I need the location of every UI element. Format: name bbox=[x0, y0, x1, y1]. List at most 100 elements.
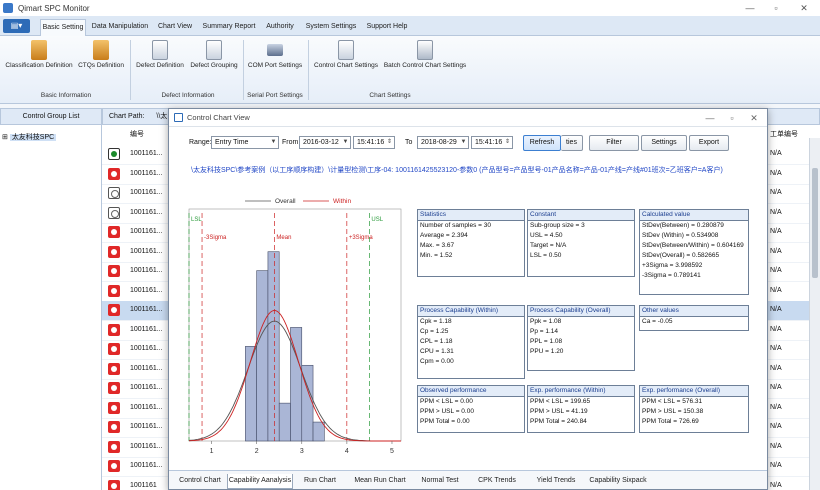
to-time-field[interactable]: 15:41:16 ⇕ bbox=[471, 136, 513, 149]
group-label-basic-information: Basic Information bbox=[40, 92, 92, 99]
menu-tab-authority[interactable]: Authority bbox=[262, 19, 298, 36]
reference-line-label: -3Sigma bbox=[204, 235, 227, 241]
tab-normal-test[interactable]: Normal Test bbox=[415, 474, 465, 489]
dialog-toolbar: Range: Entry Time ▼ From 2016-03-12 ▼ 15:4… bbox=[169, 131, 767, 153]
status-icon bbox=[108, 148, 120, 160]
app-title: Qimart SPC Monitor bbox=[18, 3, 90, 13]
group-label-chart-settings: Chart Settings bbox=[369, 92, 411, 99]
com-port-settings-button[interactable]: COM Port Settings bbox=[246, 40, 304, 84]
control-group-tree: ⊞ 太友科技SPC bbox=[0, 125, 102, 490]
x-tick-label: 5 bbox=[390, 448, 394, 455]
batch-control-chart-settings-button[interactable]: Batch Control Chart Settings bbox=[382, 40, 468, 84]
refresh-button[interactable]: Refresh bbox=[523, 135, 561, 151]
row-id: 1001161... bbox=[130, 364, 163, 372]
histogram-bar bbox=[256, 270, 269, 442]
to-date-field[interactable]: 2018-08-29 ▼ bbox=[417, 136, 469, 149]
minimize-icon[interactable]: — bbox=[738, 1, 762, 15]
menu-tab-system-settings[interactable]: System Settings bbox=[302, 19, 360, 36]
stats-line: PPM > USL = 41.19 bbox=[530, 408, 588, 415]
tab-mean-run-chart[interactable]: Mean Run Chart bbox=[349, 474, 411, 489]
x-tick-label: 3 bbox=[300, 448, 304, 455]
range-select[interactable]: Entry Time ▼ bbox=[211, 136, 279, 149]
tab-control-chart[interactable]: Control Chart bbox=[173, 474, 227, 489]
dialog-minimize-icon[interactable]: — bbox=[701, 111, 719, 125]
column-header-id: 编号 bbox=[130, 131, 144, 138]
range-value: Entry Time bbox=[215, 139, 249, 146]
maximize-icon[interactable]: ▫ bbox=[764, 1, 788, 15]
stats-line: CPL = 1.18 bbox=[420, 338, 453, 345]
defect-definition-button[interactable]: Defect Definition bbox=[134, 40, 186, 84]
row-id: 1001161... bbox=[130, 150, 163, 157]
stats-line: Cp = 1.25 bbox=[420, 328, 449, 335]
classification-definition-button[interactable]: Classification Definition bbox=[4, 40, 74, 84]
x-tick-label: 4 bbox=[345, 448, 349, 455]
menu-tab-support-help[interactable]: Support Help bbox=[364, 19, 410, 36]
row-work-order: N/A bbox=[770, 423, 782, 430]
status-icon bbox=[108, 226, 120, 238]
stats-line: CPU = 1.31 bbox=[420, 348, 454, 355]
stats-line: Ca = -0.05 bbox=[642, 318, 673, 325]
menu-tab-data-manipulation[interactable]: Data Manipulation bbox=[90, 19, 150, 36]
filter-button[interactable]: Filter bbox=[589, 135, 639, 151]
stats-line: +3Sigma = 3.998592 bbox=[642, 262, 703, 269]
stats-line: PPM < LSL = 199.65 bbox=[530, 398, 591, 405]
status-icon bbox=[108, 479, 120, 490]
status-icon bbox=[108, 440, 120, 453]
row-work-order: N/A bbox=[770, 345, 782, 352]
row-work-order: N/A bbox=[770, 442, 782, 450]
chart-path-value: \\太 bbox=[156, 113, 168, 120]
tab-capability-analysis[interactable]: Capability Aanalysis bbox=[227, 474, 293, 489]
export-button[interactable]: Export bbox=[689, 135, 729, 151]
tab-cpk-trends[interactable]: CPK Trends bbox=[473, 474, 521, 489]
from-time-field[interactable]: 15:41:16 ⇕ bbox=[353, 136, 395, 149]
menu-tab-chart-view[interactable]: Chart View bbox=[154, 19, 196, 36]
stats-box: Observed performance PPM < LSL = 0.00 PPM … bbox=[417, 385, 525, 433]
ctqs-icon bbox=[93, 40, 109, 60]
row-work-order: N/A bbox=[770, 481, 782, 489]
row-id: 1001161... bbox=[130, 325, 163, 333]
vertical-scrollbar[interactable] bbox=[809, 138, 820, 490]
control-chart-icon bbox=[338, 40, 354, 60]
stats-line: PPM Total = 240.84 bbox=[530, 418, 587, 425]
row-work-order: N/A bbox=[770, 364, 782, 372]
menu-tab-summary-report[interactable]: Summary Report bbox=[200, 19, 258, 36]
dialog-maximize-icon[interactable]: ▫ bbox=[723, 111, 741, 125]
app-logo-icon bbox=[3, 3, 13, 13]
chevron-down-icon: ▼ bbox=[460, 139, 467, 145]
stats-line: StDev(Between) = 0.280879 bbox=[642, 222, 724, 229]
status-icon bbox=[108, 284, 120, 297]
spinner-icon: ⇕ bbox=[386, 139, 393, 145]
stats-line: StDev(Between/Within) = 0.604169 bbox=[642, 242, 744, 249]
row-id: 1001161... bbox=[130, 228, 163, 235]
status-icon bbox=[108, 304, 120, 316]
settings-button[interactable]: Settings bbox=[641, 135, 687, 151]
stats-box: Calculated value StDev(Between) = 0.28087… bbox=[639, 209, 749, 295]
column-header-work-order: 工单编号 bbox=[770, 131, 798, 138]
tab-run-chart[interactable]: Run Chart bbox=[297, 474, 343, 489]
app-menu-button[interactable]: ▤▾ bbox=[3, 19, 30, 33]
stats-box: Exp. performance (Within) PPM < LSL = 199… bbox=[527, 385, 635, 433]
row-work-order: N/A bbox=[770, 267, 782, 274]
tab-capability-sixpack[interactable]: Capability Sixpack bbox=[587, 474, 649, 489]
expand-icon[interactable]: ⊞ bbox=[2, 134, 10, 141]
ctqs-definition-button[interactable]: CTQs Definition bbox=[76, 40, 126, 84]
close-icon[interactable]: ✕ bbox=[792, 1, 816, 15]
stats-line: PPL = 1.08 bbox=[530, 338, 563, 345]
menu-tab-basic-setting[interactable]: Basic Setting bbox=[40, 19, 86, 36]
tree-node-root[interactable]: ⊞ 太友科技SPC bbox=[2, 132, 57, 142]
from-date-field[interactable]: 2016-03-12 ▼ bbox=[299, 136, 351, 149]
properties-button[interactable]: ties bbox=[561, 135, 583, 151]
row-work-order: N/A bbox=[770, 228, 782, 235]
defect-grouping-button[interactable]: Defect Grouping bbox=[188, 40, 240, 84]
stats-box: Constant Sub-group size = 3 USL = 4.50 Targ… bbox=[527, 209, 635, 277]
control-chart-settings-button[interactable]: Control Chart Settings bbox=[312, 40, 380, 84]
scrollbar-thumb[interactable] bbox=[812, 168, 818, 278]
group-label-defect-information: Defect Information bbox=[161, 92, 215, 99]
status-icon bbox=[108, 362, 120, 375]
from-label: From bbox=[282, 139, 299, 146]
com-port-settings-label: COM Port Settings bbox=[247, 62, 303, 69]
stats-line: Pp = 1.14 bbox=[530, 328, 559, 335]
stats-box: Process Capability (Overall) Ppk = 1.08 Pp… bbox=[527, 305, 635, 371]
dialog-close-icon[interactable]: ✕ bbox=[745, 111, 763, 125]
tab-yield-trends[interactable]: Yield Trends bbox=[531, 474, 581, 489]
